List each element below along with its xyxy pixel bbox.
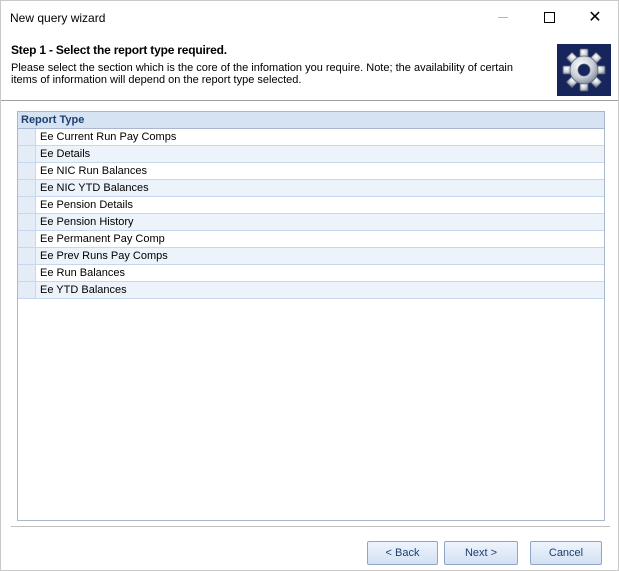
- report-type-cell[interactable]: Ee Run Balances: [36, 265, 604, 281]
- row-indicator[interactable]: [18, 180, 36, 196]
- row-indicator[interactable]: [18, 197, 36, 213]
- table-row[interactable]: Ee YTD Balances: [18, 282, 604, 299]
- window-title: New query wizard: [10, 11, 106, 25]
- table-row[interactable]: Ee Run Balances: [18, 265, 604, 282]
- report-type-cell[interactable]: Ee NIC YTD Balances: [36, 180, 604, 196]
- row-indicator[interactable]: [18, 282, 36, 298]
- step-description: Please select the section which is the c…: [11, 62, 513, 86]
- report-type-cell[interactable]: Ee Details: [36, 146, 604, 162]
- table-row[interactable]: Ee Details: [18, 146, 604, 163]
- back-button[interactable]: < Back: [367, 541, 438, 565]
- report-type-cell[interactable]: Ee Pension History: [36, 214, 604, 230]
- close-icon: ✕: [588, 8, 602, 26]
- report-type-cell[interactable]: Ee Prev Runs Pay Comps: [36, 248, 604, 264]
- table-row[interactable]: Ee Prev Runs Pay Comps: [18, 248, 604, 265]
- row-indicator[interactable]: [18, 146, 36, 162]
- row-indicator[interactable]: [18, 231, 36, 247]
- row-indicator[interactable]: [18, 265, 36, 281]
- report-type-cell[interactable]: Ee Permanent Pay Comp: [36, 231, 604, 247]
- close-button[interactable]: ✕: [572, 1, 618, 34]
- wizard-window: New query wizard ✕ Step 1 - Select the r…: [0, 0, 619, 571]
- wizard-header: Step 1 - Select the report type required…: [1, 34, 618, 100]
- row-indicator[interactable]: [18, 129, 36, 145]
- row-indicator[interactable]: [18, 163, 36, 179]
- report-type-cell[interactable]: Ee NIC Run Balances: [36, 163, 604, 179]
- footer-divider: [11, 526, 610, 527]
- report-type-cell[interactable]: Ee Pension Details: [36, 197, 604, 213]
- table-row[interactable]: Ee Current Run Pay Comps: [18, 129, 604, 146]
- title-bar: New query wizard ✕: [1, 1, 618, 34]
- table-row[interactable]: Ee Pension Details: [18, 197, 604, 214]
- table-row[interactable]: Ee Permanent Pay Comp: [18, 231, 604, 248]
- maximize-icon: [543, 12, 555, 23]
- row-indicator[interactable]: [18, 248, 36, 264]
- table-row[interactable]: Ee Pension History: [18, 214, 604, 231]
- minimize-button[interactable]: [480, 1, 526, 34]
- cancel-button[interactable]: Cancel: [530, 541, 602, 565]
- row-indicator[interactable]: [18, 214, 36, 230]
- minimize-icon: [498, 17, 508, 18]
- report-type-grid: Report Type Ee Current Run Pay Comps Ee …: [17, 111, 605, 521]
- table-row[interactable]: Ee NIC Run Balances: [18, 163, 604, 180]
- column-header-report-type[interactable]: Report Type: [18, 112, 604, 129]
- report-type-cell[interactable]: Ee YTD Balances: [36, 282, 604, 298]
- step-title: Step 1 - Select the report type required…: [11, 43, 227, 57]
- next-button[interactable]: Next >: [444, 541, 518, 565]
- gear-icon: [557, 44, 611, 96]
- maximize-button[interactable]: [526, 1, 572, 34]
- table-row[interactable]: Ee NIC YTD Balances: [18, 180, 604, 197]
- report-type-cell[interactable]: Ee Current Run Pay Comps: [36, 129, 604, 145]
